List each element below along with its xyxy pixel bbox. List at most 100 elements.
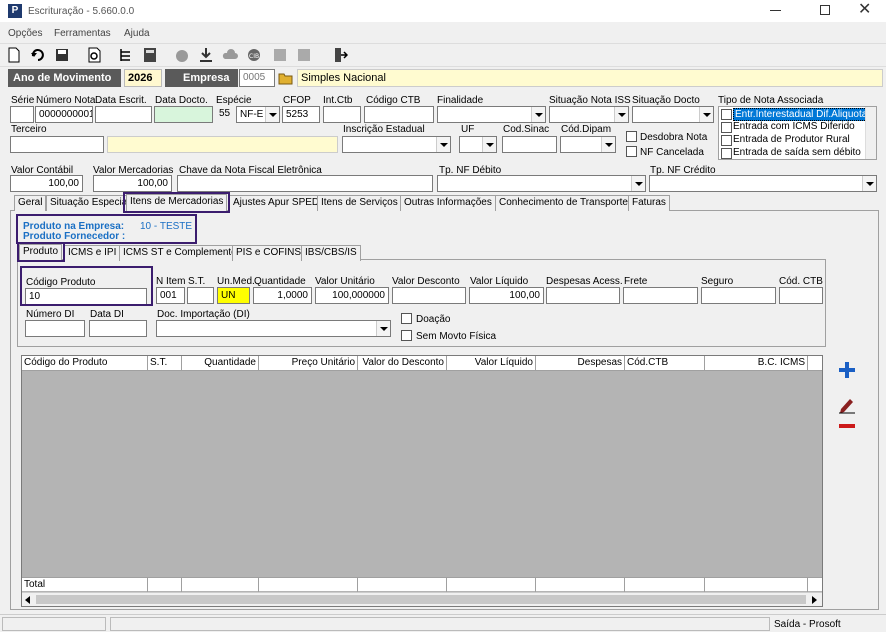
grid-col-codctb[interactable]: Cód.CTB bbox=[625, 356, 705, 370]
grid-col-liquido[interactable]: Valor Líquido bbox=[447, 356, 536, 370]
subtab-icms-ipi[interactable]: ICMS e IPI bbox=[64, 245, 121, 261]
frete-input[interactable] bbox=[623, 287, 698, 304]
valor-contabil-input[interactable]: 100,00 bbox=[10, 175, 83, 192]
tipo-nota-check-2[interactable] bbox=[721, 135, 732, 146]
situacao-iss-select[interactable] bbox=[549, 106, 629, 123]
unmed-input[interactable]: UN bbox=[217, 287, 250, 304]
sem-movto-checkbox[interactable] bbox=[401, 330, 412, 341]
desdobra-checkbox[interactable] bbox=[626, 131, 637, 142]
grid-col-bc-icms[interactable]: B.C. ICMS bbox=[705, 356, 808, 370]
subtab-ibs-cbs[interactable]: IBS/CBS/IS bbox=[301, 245, 361, 261]
data-docto-input[interactable] bbox=[154, 106, 213, 123]
tp-debito-select[interactable] bbox=[437, 175, 646, 192]
data-di-input[interactable] bbox=[89, 320, 147, 337]
remove-item-button[interactable] bbox=[836, 417, 858, 435]
doc-imp-select[interactable] bbox=[156, 320, 391, 337]
tab-geral[interactable]: Geral bbox=[14, 195, 47, 211]
undo-icon[interactable] bbox=[30, 47, 46, 63]
inscricao-select[interactable] bbox=[342, 136, 451, 153]
grid-horizontal-scrollbar[interactable] bbox=[22, 592, 822, 606]
tab-faturas[interactable]: Faturas bbox=[628, 195, 670, 211]
cfop-input[interactable]: 5253 bbox=[282, 106, 320, 123]
close-button[interactable]: ✕ bbox=[858, 2, 871, 18]
tab-conhecimento-transporte[interactable]: Conhecimento de Transporte bbox=[495, 195, 632, 211]
uf-select[interactable] bbox=[459, 136, 497, 153]
tipo-nota-option-0[interactable]: Entr.Interestadual Dif.Aliquota bbox=[733, 108, 870, 121]
menu-ajuda[interactable]: Ajuda bbox=[124, 28, 150, 39]
grid-col-codigo[interactable]: Código do Produto bbox=[22, 356, 148, 370]
exit-icon[interactable] bbox=[332, 47, 349, 63]
menu-ferramentas[interactable]: Ferramentas bbox=[54, 28, 111, 39]
numero-di-input[interactable] bbox=[25, 320, 85, 337]
codigo-ctb-input[interactable] bbox=[364, 106, 434, 123]
especie-select[interactable]: NF-E bbox=[236, 106, 280, 123]
valor-unit-input[interactable]: 100,000000 bbox=[315, 287, 389, 304]
valor-desc-input[interactable] bbox=[392, 287, 466, 304]
tree-icon[interactable] bbox=[118, 47, 134, 63]
despesas-input[interactable] bbox=[546, 287, 620, 304]
doacao-checkbox[interactable] bbox=[401, 313, 412, 324]
cloud-icon[interactable] bbox=[222, 47, 238, 63]
especie-code-input[interactable]: 55 bbox=[216, 106, 238, 123]
tab-itens-servicos[interactable]: Itens de Serviços bbox=[317, 195, 402, 211]
scroll-left-icon[interactable] bbox=[25, 596, 30, 604]
especie-value: NF-E bbox=[240, 109, 264, 120]
cod-dipam-select[interactable] bbox=[560, 136, 616, 153]
serie-input[interactable] bbox=[10, 106, 34, 123]
numero-nota-input[interactable]: 0000000001 bbox=[35, 106, 93, 123]
tipo-nota-check-3[interactable] bbox=[721, 148, 732, 159]
list-icon[interactable] bbox=[272, 47, 288, 63]
edit-item-button[interactable] bbox=[836, 395, 858, 415]
finalidade-select[interactable] bbox=[437, 106, 546, 123]
tp-credito-select[interactable] bbox=[649, 175, 877, 192]
quantidade-input[interactable]: 1,0000 bbox=[253, 287, 312, 304]
apple-icon[interactable] bbox=[174, 47, 190, 63]
seguro-input[interactable] bbox=[701, 287, 776, 304]
maximize-button[interactable] bbox=[820, 5, 830, 15]
valor-merc-input[interactable]: 100,00 bbox=[93, 175, 172, 192]
situacao-docto-select[interactable] bbox=[632, 106, 714, 123]
tab-ajustes-apur-sped[interactable]: Ajustes Apur SPED bbox=[229, 195, 324, 211]
grid-col-st[interactable]: S.T. bbox=[148, 356, 182, 370]
tipo-nota-option-1[interactable]: Entrada com ICMS Diferido bbox=[733, 121, 855, 132]
folder-open-icon[interactable] bbox=[278, 70, 294, 86]
st-input[interactable] bbox=[187, 287, 214, 304]
data-escrit-input[interactable] bbox=[95, 106, 152, 123]
download-icon[interactable] bbox=[198, 47, 214, 63]
subtab-pis-cofins[interactable]: PIS e COFINS bbox=[232, 245, 306, 261]
calculator-icon[interactable] bbox=[142, 47, 158, 63]
tipo-nota-check-0[interactable] bbox=[721, 109, 732, 120]
grid-icon[interactable] bbox=[296, 47, 312, 63]
scroll-thumb[interactable] bbox=[36, 595, 806, 604]
tipo-nota-check-1[interactable] bbox=[721, 122, 732, 133]
grid-col-preco[interactable]: Preço Unitário bbox=[259, 356, 358, 370]
new-document-icon[interactable] bbox=[6, 47, 22, 63]
chave-input[interactable] bbox=[177, 175, 433, 192]
print-preview-icon[interactable] bbox=[86, 47, 102, 63]
items-grid[interactable]: Código do Produto S.T. Quantidade Preço … bbox=[21, 355, 823, 607]
nitem-input[interactable]: 001 bbox=[156, 287, 185, 304]
grid-col-desconto[interactable]: Valor do Desconto bbox=[358, 356, 447, 370]
save-icon[interactable] bbox=[54, 47, 70, 63]
grid-col-despesas[interactable]: Despesas bbox=[536, 356, 625, 370]
tipo-nota-option-3[interactable]: Entrada de saída sem débito bbox=[733, 147, 861, 158]
tab-outras-informacoes[interactable]: Outras Informações bbox=[400, 195, 496, 211]
nf-cancelada-checkbox[interactable] bbox=[626, 146, 637, 157]
grid-col-quantidade[interactable]: Quantidade bbox=[182, 356, 259, 370]
cod-sinac-input[interactable] bbox=[502, 136, 557, 153]
cib-icon[interactable]: CIB bbox=[246, 47, 262, 63]
subtab-icms-st[interactable]: ICMS ST e Complemento bbox=[119, 245, 241, 261]
ano-input[interactable]: 2026 bbox=[124, 69, 162, 87]
int-ctb-input[interactable] bbox=[323, 106, 361, 123]
valor-liq-input[interactable]: 100,00 bbox=[469, 287, 544, 304]
tab-situacao-especial[interactable]: Situação Especial bbox=[46, 195, 134, 211]
scroll-right-icon[interactable] bbox=[812, 596, 817, 604]
tipo-nota-option-2[interactable]: Entrada de Produtor Rural bbox=[733, 134, 850, 145]
tipo-nota-scrollbar[interactable] bbox=[865, 107, 876, 159]
cod-ctb-input[interactable] bbox=[779, 287, 823, 304]
menu-opcoes[interactable]: Opções bbox=[8, 28, 42, 39]
minimize-button[interactable] bbox=[770, 10, 781, 11]
terceiro-code-input[interactable] bbox=[10, 136, 104, 153]
add-item-button[interactable] bbox=[836, 359, 858, 381]
empresa-code-input[interactable]: 0005 bbox=[239, 69, 275, 87]
